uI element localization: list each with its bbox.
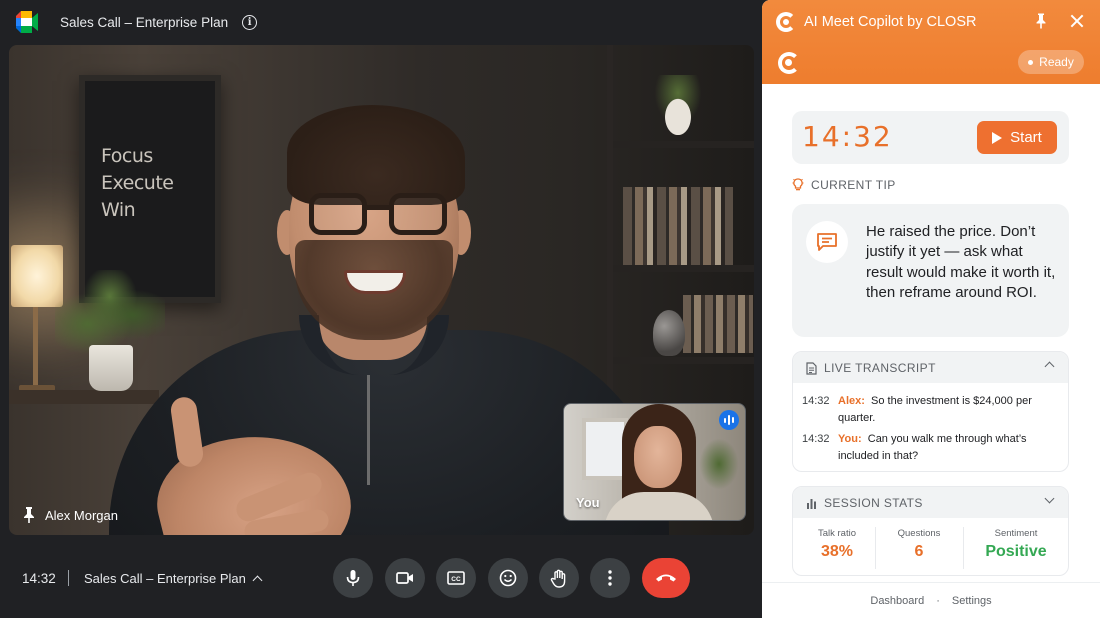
lightbulb-icon	[792, 178, 804, 191]
transcript-speaker: You:	[838, 433, 862, 445]
dashboard-link[interactable]: Dashboard	[870, 595, 924, 607]
closr-logo-icon	[776, 12, 796, 32]
stats-header[interactable]: SESSION STATS	[793, 487, 1068, 518]
end-call-button[interactable]	[642, 558, 690, 598]
pin-icon[interactable]	[23, 507, 35, 523]
raise-hand-button[interactable]	[539, 558, 579, 598]
camera-icon	[396, 572, 413, 584]
pin-panel-icon[interactable]	[1032, 12, 1050, 30]
start-button[interactable]: Start	[977, 121, 1057, 154]
closr-brand-icon	[778, 52, 800, 74]
transcript-row: 14:32 You: Can you walk me through what’…	[802, 431, 1050, 465]
tip-card: He raised the price. Don’t justify it ye…	[792, 204, 1069, 337]
mic-icon	[346, 570, 360, 586]
meeting-details-toggle[interactable]: Sales Call – Enterprise Plan	[84, 571, 263, 586]
plant-pot	[89, 345, 133, 391]
transcript-time: 14:32	[802, 433, 830, 445]
current-tip-heading: CURRENT TIP	[792, 178, 896, 192]
play-icon	[992, 131, 1003, 144]
poster-line: Execute	[101, 172, 174, 194]
meeting-control-bar: 14:32 Sales Call – Enterprise Plan CC	[0, 540, 762, 618]
self-video-tile[interactable]: You	[563, 403, 746, 521]
document-icon	[806, 361, 817, 375]
close-icon[interactable]	[1068, 12, 1086, 30]
google-meet-logo-icon	[16, 11, 40, 33]
copilot-panel: AI Meet Copilot by CLOSR Ready 14:32 Sta…	[762, 0, 1100, 618]
bookshelf	[607, 45, 754, 405]
meeting-info-icon[interactable]: i	[242, 14, 258, 30]
bar-chart-icon	[807, 498, 816, 509]
chat-bubble-icon	[817, 233, 837, 251]
transcript-text: So the investment is $24,000 per quarter…	[838, 395, 1032, 424]
transcript-text: Can you walk me through what’s included …	[838, 433, 1027, 462]
meet-top-bar: Sales Call – Enterprise Plan i	[0, 0, 762, 44]
chevron-up-icon	[252, 575, 263, 586]
timer-card: 14:32 Start	[792, 111, 1069, 164]
stat-questions: Questions 6	[897, 528, 941, 560]
more-options-icon	[608, 570, 612, 586]
stat-talk-ratio: Talk ratio 38%	[817, 528, 856, 560]
copilot-header: AI Meet Copilot by CLOSR Ready	[762, 0, 1100, 84]
footer-separator: ·	[936, 594, 940, 607]
poster-line: Focus	[101, 145, 153, 167]
session-stats-card: SESSION STATS Talk ratio 38% Questions 6…	[792, 486, 1069, 576]
transcript-row: 14:32 Alex: So the investment is $24,000…	[802, 393, 1050, 427]
raise-hand-icon	[550, 569, 566, 588]
wall-poster: Focus Execute Win	[79, 75, 221, 303]
meeting-clock: 14:32	[22, 571, 56, 586]
copilot-footer: Dashboard · Settings	[762, 582, 1100, 618]
session-timer: 14:32	[802, 120, 893, 153]
meeting-title: Sales Call – Enterprise Plan	[60, 14, 229, 30]
self-label: You	[576, 495, 600, 510]
status-text: Ready	[1039, 55, 1074, 69]
transcript-card: LIVE TRANSCRIPT 14:32 Alex: So the inves…	[792, 351, 1069, 472]
svg-text:CC: CC	[451, 576, 461, 583]
mic-button[interactable]	[333, 558, 373, 598]
expand-chevron-icon[interactable]	[1044, 493, 1055, 504]
captions-button[interactable]: CC	[436, 558, 476, 598]
more-options-button[interactable]	[590, 558, 630, 598]
captions-icon: CC	[447, 571, 465, 585]
end-call-icon	[656, 574, 676, 582]
transcript-header[interactable]: LIVE TRANSCRIPT	[793, 352, 1068, 383]
transcript-speaker: Alex:	[838, 395, 865, 407]
speaking-indicator-icon	[719, 410, 739, 430]
glasses	[309, 193, 449, 235]
emoji-icon	[499, 569, 517, 587]
settings-link[interactable]: Settings	[952, 595, 992, 607]
meeting-title-bottom: Sales Call – Enterprise Plan	[84, 571, 246, 586]
status-badge: Ready	[1018, 50, 1084, 74]
emoji-button[interactable]	[488, 558, 528, 598]
copilot-title: AI Meet Copilot by CLOSR	[804, 14, 977, 30]
start-label: Start	[1010, 129, 1042, 146]
stat-sentiment: Sentiment Positive	[985, 528, 1047, 560]
poster-line: Win	[101, 199, 136, 221]
tip-icon-wrap	[806, 221, 848, 263]
tip-text: He raised the price. Don’t justify it ye…	[866, 223, 1056, 301]
participant-name: Alex Morgan	[45, 507, 118, 523]
camera-button[interactable]	[385, 558, 425, 598]
participant-name-tag: Alex Morgan	[23, 507, 118, 523]
collapse-chevron-icon[interactable]	[1044, 361, 1055, 372]
transcript-time: 14:32	[802, 395, 830, 407]
status-dot	[1028, 59, 1034, 65]
